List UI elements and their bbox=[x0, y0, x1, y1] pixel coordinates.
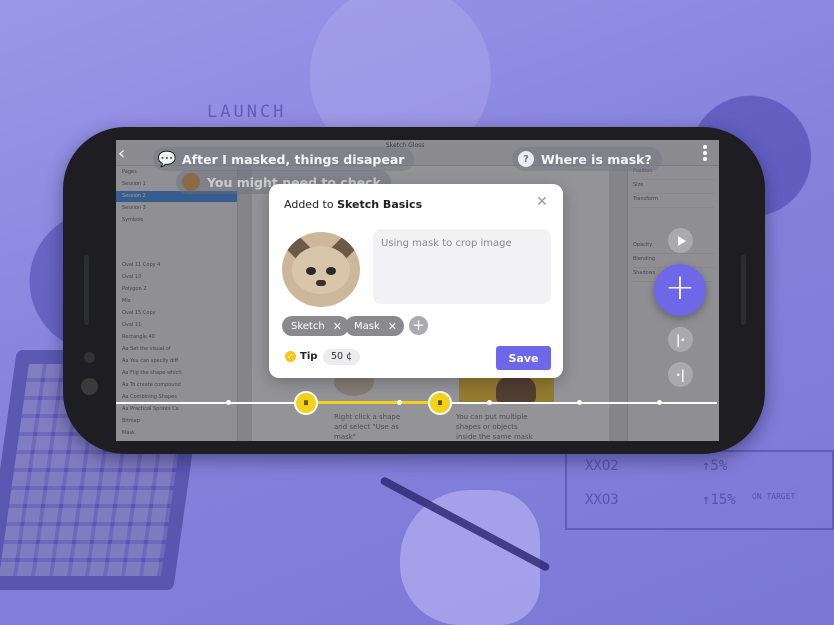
background-table-cell: ↑5% bbox=[702, 458, 728, 474]
tag-label: Mask bbox=[354, 320, 380, 332]
remove-tag-icon[interactable]: ✕ bbox=[333, 320, 342, 333]
timeline-marker[interactable] bbox=[226, 400, 231, 405]
save-button[interactable]: Save bbox=[496, 346, 551, 370]
remove-tag-icon[interactable]: ✕ bbox=[388, 320, 397, 333]
note-input[interactable]: Using mask to crop image bbox=[373, 229, 551, 304]
snapshot-thumbnail bbox=[282, 232, 360, 307]
avatar bbox=[182, 173, 200, 191]
dialog-title-prefix: Added to bbox=[284, 198, 334, 211]
play-button[interactable] bbox=[668, 228, 693, 253]
background-table-cell: XXO3 bbox=[585, 492, 619, 508]
speech-bubble-icon: 💬 bbox=[157, 150, 177, 168]
phone-side-button bbox=[741, 255, 746, 325]
timeline-end-handle[interactable]: ⏸ bbox=[428, 391, 452, 415]
video-timeline[interactable] bbox=[116, 401, 717, 404]
tip-amount[interactable]: 50 ¢ bbox=[323, 349, 361, 365]
dialog-collection-name: Sketch Basics bbox=[337, 198, 423, 211]
add-button[interactable]: + bbox=[654, 264, 706, 316]
mark-out-button[interactable]: ·| bbox=[668, 362, 693, 387]
timeline-marker[interactable] bbox=[577, 400, 582, 405]
back-arrow-icon[interactable]: ‹ bbox=[118, 145, 136, 163]
comment-text: After I masked, things disapear bbox=[182, 151, 405, 167]
question-icon: ? bbox=[518, 151, 534, 167]
background-table-cell: XXO2 bbox=[585, 458, 619, 474]
timeline-marker[interactable] bbox=[487, 400, 492, 405]
dialog-title: Added to Sketch Basics bbox=[284, 198, 422, 211]
phone-camera bbox=[81, 378, 98, 395]
comment-bubble[interactable]: 💬 After I masked, things disapear bbox=[153, 147, 415, 171]
timeline-start-handle[interactable]: ⏸ bbox=[294, 391, 318, 415]
more-options-icon[interactable] bbox=[700, 143, 710, 165]
add-note-dialog: Added to Sketch Basics ✕ Using mask to c… bbox=[269, 184, 563, 378]
comment-bubble[interactable]: ? Where is mask? bbox=[512, 147, 662, 171]
close-icon[interactable]: ✕ bbox=[535, 195, 549, 209]
mark-in-button[interactable]: |· bbox=[668, 327, 693, 352]
background-table-cell: ↑15% bbox=[702, 492, 736, 508]
background-sketch-table: XXO2 XXO3 ↑5% ↑15% ON TARGET bbox=[565, 450, 834, 530]
phone-side-button bbox=[84, 255, 89, 325]
timeline-marker[interactable] bbox=[657, 400, 662, 405]
add-tag-button[interactable]: + bbox=[409, 316, 428, 335]
background-table-cell: ON TARGET bbox=[752, 492, 796, 501]
tag-chip[interactable]: Sketch ✕ bbox=[282, 316, 349, 336]
comment-text: Where is mask? bbox=[541, 151, 652, 167]
timeline-marker[interactable] bbox=[397, 400, 402, 405]
tip-label: Tip bbox=[300, 351, 318, 362]
timeline-selection bbox=[306, 401, 440, 404]
phone-sensor bbox=[84, 352, 95, 363]
tag-chip[interactable]: Mask ✕ bbox=[345, 316, 404, 336]
tag-label: Sketch bbox=[291, 320, 325, 332]
background-launch-text: LAUNCH bbox=[207, 102, 287, 122]
tip-coin-icon: ✓ bbox=[285, 351, 296, 362]
